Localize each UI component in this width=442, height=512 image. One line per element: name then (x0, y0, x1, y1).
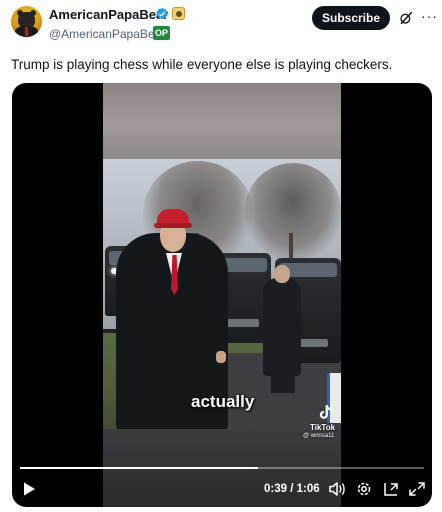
display-name[interactable]: AmericanPapaBear (49, 7, 168, 22)
video-player[interactable]: actually TikTok @ wnnsa11 0:39 / 1:06 (12, 83, 432, 507)
avatar[interactable] (11, 6, 42, 37)
video-progress-bar[interactable] (20, 467, 424, 469)
subscribe-button[interactable]: Subscribe (312, 6, 390, 30)
tweet-text: Trump is playing chess while everyone el… (11, 57, 393, 72)
op-badge: OP (153, 26, 171, 40)
vehicle-grille (223, 319, 259, 327)
volume-icon[interactable] (328, 481, 346, 497)
affiliate-badge-icon[interactable] (172, 7, 185, 20)
tiktok-logo-icon (319, 405, 331, 419)
author-handle[interactable]: @AmericanPapaBear· (49, 27, 169, 41)
blurred-top-region (103, 83, 341, 159)
person-head (274, 265, 290, 283)
tiktok-username: @ wnnsa11 (303, 433, 335, 439)
video-caption: actually (191, 392, 255, 411)
video-progress-fill (20, 467, 259, 469)
grok-icon[interactable] (398, 10, 414, 26)
settings-icon[interactable] (355, 481, 373, 497)
pip-icon[interactable] (382, 481, 400, 497)
red-cap-brim (154, 223, 192, 228)
video-frame: actually TikTok @ wnnsa11 (103, 83, 341, 507)
person-body (263, 278, 301, 376)
tiktok-watermark: TikTok (310, 423, 336, 432)
fullscreen-icon[interactable] (408, 481, 426, 497)
verified-badge-icon[interactable] (155, 7, 169, 21)
person-hand (216, 351, 226, 363)
avatar-bear-tie (25, 27, 28, 36)
tree (245, 163, 341, 258)
play-icon[interactable] (20, 481, 38, 497)
person-legs (271, 373, 295, 393)
video-time: 0:39 / 1:06 (264, 483, 320, 495)
more-icon[interactable]: ··· (421, 9, 438, 23)
